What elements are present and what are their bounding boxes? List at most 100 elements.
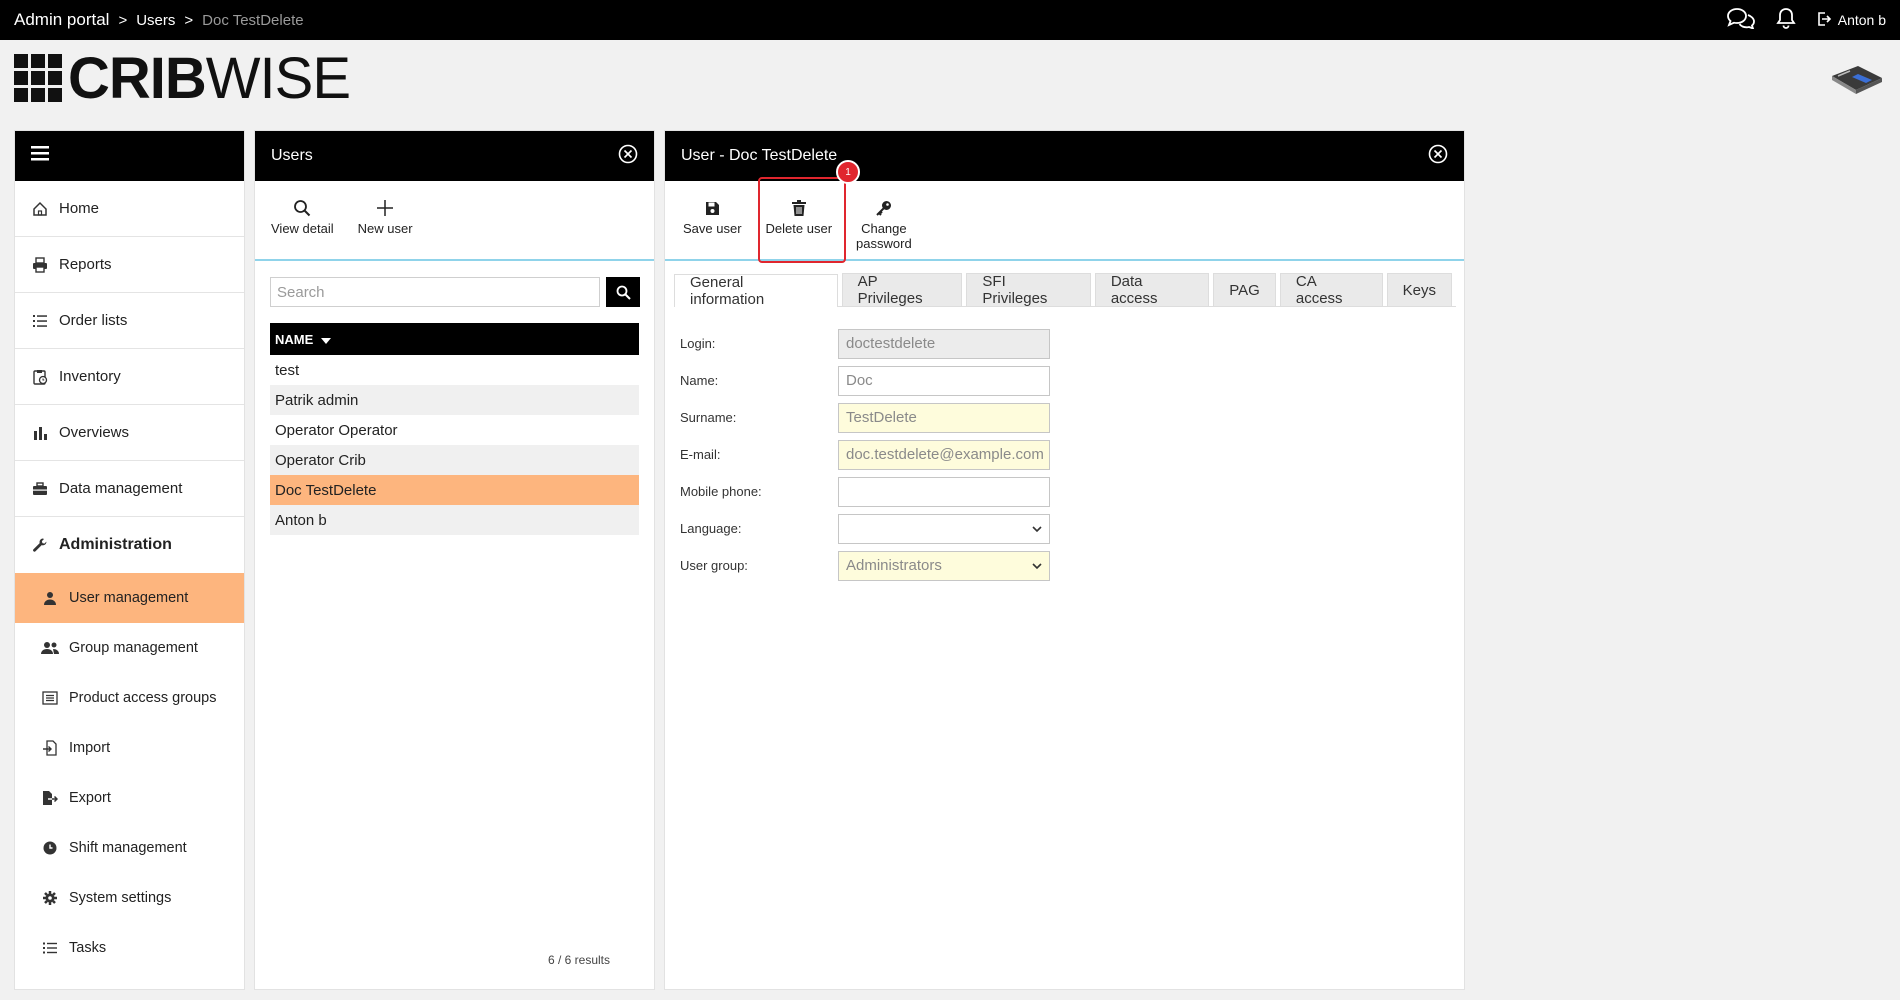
sidebar-item-group-management[interactable]: Group management bbox=[15, 623, 244, 673]
floppy-icon bbox=[705, 197, 720, 219]
name-field[interactable]: Doc bbox=[838, 365, 1050, 396]
user-group-select[interactable]: Administrators bbox=[838, 550, 1050, 581]
breadcrumb-current: Doc TestDelete bbox=[202, 11, 304, 29]
tab-pag[interactable]: PAG bbox=[1213, 273, 1276, 306]
view-detail-button[interactable]: View detail bbox=[271, 197, 334, 259]
search-icon bbox=[616, 285, 631, 300]
chat-icon[interactable] bbox=[1726, 7, 1756, 34]
bell-icon[interactable] bbox=[1776, 7, 1796, 34]
table-row[interactable]: Operator Operator bbox=[270, 415, 639, 445]
logo-text-bold: CRIB bbox=[68, 46, 207, 111]
sidebar-item-label: Home bbox=[59, 200, 100, 217]
breadcrumb: Admin portal > Users > Doc TestDelete bbox=[14, 10, 304, 30]
table-row-selected[interactable]: Doc TestDelete bbox=[270, 475, 639, 505]
logout-icon[interactable] bbox=[1816, 11, 1832, 30]
sidebar-item-system-settings[interactable]: System settings bbox=[15, 873, 244, 923]
tab-general-information[interactable]: General information bbox=[674, 274, 838, 308]
search-input[interactable] bbox=[270, 277, 600, 307]
close-icon[interactable] bbox=[618, 144, 638, 169]
user-menu[interactable]: Anton b bbox=[1816, 11, 1886, 30]
hamburger-icon[interactable] bbox=[31, 146, 49, 166]
sidebar-item-overviews[interactable]: Overviews bbox=[15, 405, 244, 461]
sidebar-item-product-access-groups[interactable]: Product access groups bbox=[15, 673, 244, 723]
import-icon bbox=[41, 739, 59, 757]
new-user-button[interactable]: New user bbox=[358, 197, 413, 259]
logo-text-light: WISE bbox=[205, 46, 351, 111]
sidebar-item-label: Overviews bbox=[59, 424, 130, 441]
clock-icon bbox=[41, 839, 59, 857]
language-select[interactable] bbox=[838, 513, 1050, 544]
sidebar-item-user-management[interactable]: User management bbox=[15, 573, 244, 623]
save-user-button[interactable]: Save user bbox=[683, 197, 742, 259]
home-icon bbox=[31, 200, 49, 218]
sidebar-item-label: Inventory bbox=[59, 368, 121, 385]
sidebar-item-home[interactable]: Home bbox=[15, 181, 244, 237]
save-user-label: Save user bbox=[683, 221, 742, 236]
email-field[interactable]: doc.testdelete@example.com bbox=[838, 439, 1050, 470]
tab-bar: General information AP Privileges SFI Pr… bbox=[674, 273, 1456, 308]
tab-keys[interactable]: Keys bbox=[1386, 273, 1453, 306]
tab-ap-privileges[interactable]: AP Privileges bbox=[841, 273, 963, 307]
sort-down-icon bbox=[321, 332, 332, 347]
login-field: doctestdelete bbox=[838, 328, 1050, 359]
name-label: Name: bbox=[680, 373, 719, 388]
tab-data-access[interactable]: Data access bbox=[1094, 273, 1210, 307]
breadcrumb-separator: > bbox=[184, 11, 194, 29]
search-icon bbox=[293, 197, 311, 219]
user-name[interactable]: Anton b bbox=[1838, 12, 1886, 28]
sidebar-header bbox=[15, 131, 244, 181]
general-information-form: Login: doctestdelete Name: Doc Surname: … bbox=[680, 325, 1464, 584]
sidebar-item-administration[interactable]: Administration bbox=[15, 517, 244, 573]
briefcase-icon bbox=[31, 480, 49, 498]
change-password-button[interactable]: Change password bbox=[856, 197, 912, 259]
close-icon[interactable] bbox=[1428, 144, 1448, 169]
sidebar-item-reports[interactable]: Reports bbox=[15, 237, 244, 293]
chevron-down-icon bbox=[1032, 520, 1042, 537]
sidebar-item-order-lists[interactable]: Order lists bbox=[15, 293, 244, 349]
table-row[interactable]: Patrik admin bbox=[270, 385, 639, 415]
sidebar-item-label: Product access groups bbox=[69, 690, 217, 706]
mobile-phone-label: Mobile phone: bbox=[680, 484, 762, 499]
results-count: 6 / 6 results bbox=[547, 953, 610, 967]
table-row[interactable]: Operator Crib bbox=[270, 445, 639, 475]
tab-ca-access[interactable]: CA access bbox=[1279, 273, 1383, 307]
change-password-label-1: Change bbox=[861, 221, 907, 236]
step-badge: 1 bbox=[836, 160, 860, 184]
sidebar-item-data-management[interactable]: Data management bbox=[15, 461, 244, 517]
list-box-icon bbox=[41, 689, 59, 707]
user-group-value: Administrators bbox=[846, 557, 942, 574]
clipboard-icon bbox=[31, 368, 49, 386]
gear-icon bbox=[41, 889, 59, 907]
users-table: NAME test Patrik admin Operator Operator… bbox=[270, 323, 639, 535]
breadcrumb-admin-portal[interactable]: Admin portal bbox=[14, 10, 109, 30]
sidebar-item-shift-management[interactable]: Shift management bbox=[15, 823, 244, 873]
user-detail-header: User - Doc TestDelete bbox=[665, 131, 1464, 181]
tab-sfi-privileges[interactable]: SFI Privileges bbox=[966, 273, 1091, 307]
user-icon bbox=[41, 589, 59, 607]
column-header-label: NAME bbox=[275, 331, 314, 347]
user-detail-panel: User - Doc TestDelete Save user Delete u… bbox=[664, 130, 1465, 990]
users-icon bbox=[41, 639, 59, 657]
surname-field[interactable]: TestDelete bbox=[838, 402, 1050, 433]
email-label: E-mail: bbox=[680, 447, 721, 462]
sidebar-item-inventory[interactable]: Inventory bbox=[15, 349, 244, 405]
sidebar-item-label: User management bbox=[69, 590, 189, 606]
table-row[interactable]: Anton b bbox=[270, 505, 639, 535]
search-button[interactable] bbox=[606, 277, 640, 307]
wrench-icon bbox=[31, 536, 49, 554]
surname-label: Surname: bbox=[680, 410, 737, 425]
login-label: Login: bbox=[680, 336, 716, 351]
sidebar-item-label: Reports bbox=[59, 256, 112, 273]
users-toolbar: View detail New user bbox=[255, 181, 654, 261]
delete-user-highlight bbox=[758, 177, 846, 263]
sidebar-item-import[interactable]: Import bbox=[15, 723, 244, 773]
breadcrumb-users[interactable]: Users bbox=[136, 12, 175, 29]
sidebar-item-label: Export bbox=[69, 790, 111, 806]
card-reader-icon bbox=[1828, 62, 1884, 96]
table-row[interactable]: test bbox=[270, 355, 639, 385]
new-user-label: New user bbox=[357, 221, 413, 236]
sidebar-item-export[interactable]: Export bbox=[15, 773, 244, 823]
mobile-phone-field[interactable] bbox=[838, 476, 1050, 507]
column-header-name[interactable]: NAME bbox=[270, 323, 639, 355]
sidebar-item-tasks[interactable]: Tasks bbox=[15, 923, 244, 973]
